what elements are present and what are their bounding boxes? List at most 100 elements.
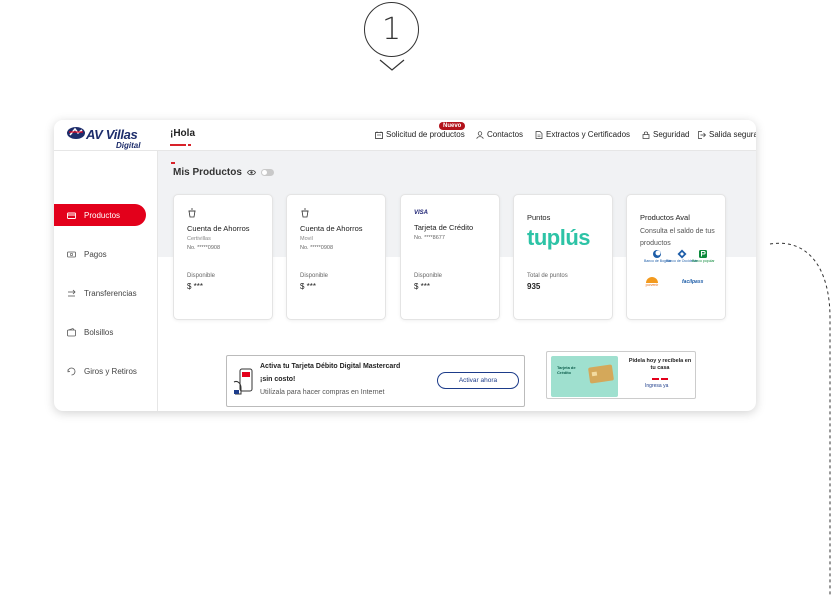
card-available-label: Disponible [187,273,216,279]
nav-label: Solicitud de productos [386,130,465,139]
withdraw-icon [67,367,76,375]
piggy-bank-icon [301,208,309,218]
card-available-label: Disponible [300,273,329,279]
card-number: No. ****8677 [414,235,445,241]
card-subtitle: Movil [300,236,313,242]
step-number-badge: 1 [364,2,419,57]
nav-label: Salida segura [709,130,756,139]
step-number: 1 [381,12,402,47]
logo-text: AV Villas [86,127,138,142]
porvenir-sun-icon [646,277,658,283]
sidebar-item-label: Transferencias [84,288,137,298]
card-title: Productos Aval [640,213,690,222]
card-subtitle: Certivillas [187,236,211,242]
nav-label: Contactos [487,130,524,139]
nav-seguridad[interactable]: Seguridad [642,130,689,139]
nav-solicitud-productos[interactable]: Solicitud de productos [375,130,465,139]
facilpass-logo: facilpass [682,279,703,285]
document-icon [375,131,383,139]
tuplus-logo: tuplús [527,225,591,250]
card-title: Tarjeta de Crédito [414,223,474,232]
promo-text: Pídela hoy y recíbela en tu casa [628,358,692,371]
card-title: Cuenta de Ahorros [300,224,363,233]
file-icon [535,130,543,139]
card-description: Consulta el saldo de tus productos [640,228,715,247]
sidebar-item-label: Productos [84,210,121,220]
nav-label: Extractos y Certificados [546,130,631,139]
greeting-underline [170,144,195,164]
points-value: 935 [527,282,541,291]
lock-icon [642,131,650,139]
logo-subtext: Digital [116,141,141,150]
nav-contactos[interactable]: Contactos [476,130,523,139]
dashed-connector-line [769,242,831,595]
nav-salida-segura[interactable]: Salida segura [698,130,756,139]
eye-icon[interactable] [246,169,256,176]
card-amount: $ *** [187,282,204,291]
banner-subtitle: ¡sin costo! [260,376,296,383]
logout-icon [698,130,706,139]
product-card-tarjeta-credito[interactable]: VISA Tarjeta de Crédito No. ****8677 Dis… [400,194,500,320]
card-number: No. *****0908 [300,245,334,251]
promo-image-text: Tarjeta de Crédito [557,365,576,375]
product-card-productos-aval[interactable]: Productos Aval Consulta el saldo de tus … [626,194,726,320]
sidebar-item-label: Bolsillos [84,327,114,337]
banner-title: Activa tu Tarjeta Débito Digital Masterc… [260,363,401,370]
logo-icon [67,127,85,139]
card-title: Cuenta de Ahorros [187,224,250,233]
logo-label: porvenir [645,283,659,287]
chevron-down-icon [379,59,405,71]
banco-popular-logo: Banco popular [692,249,715,263]
section-title-text: Mis Productos [173,167,242,178]
credit-card-promo-image: Tarjeta de Crédito [551,356,618,397]
product-card-ahorros-certivillas[interactable]: Cuenta de Ahorros Certivillas No. *****0… [173,194,273,320]
sidebar-divider [157,120,158,411]
new-badge: Nuevo [439,122,466,130]
product-card-puntos[interactable]: Puntos tuplús Total de puntos 935 [513,194,613,320]
transfer-icon [68,289,76,296]
aval-logos: Banco de Bogotá Banco de Occidente Banco… [640,249,720,297]
banco-occidente-icon [677,249,687,259]
activate-now-button[interactable]: Activar ahora [437,372,519,389]
card-icon [67,212,76,219]
sidebar-item-pagos[interactable]: Pagos [54,243,146,265]
card-title: Puntos [527,213,551,222]
payment-icon [67,251,76,257]
banco-popular-icon [699,250,708,258]
sidebar-item-transferencias[interactable]: Transferencias [54,282,146,304]
logo-label: facilpass [682,279,704,285]
user-icon [476,130,484,139]
sidebar-item-label: Pagos [84,249,107,259]
wallet-icon [67,327,76,336]
banco-bogota-icon [653,250,662,258]
visa-logo: VISA [414,210,429,216]
activate-debit-card-banner: Activa tu Tarjeta Débito Digital Masterc… [226,355,525,407]
nav-extractos-certificados[interactable]: Extractos y Certificados [535,130,630,139]
greeting-title: ¡Hola [170,128,195,139]
sidebar-item-bolsillos[interactable]: Bolsillos [54,321,146,343]
piggy-bank-icon [188,208,196,218]
card-number: No. *****0908 [187,245,221,251]
app-window: AV Villas Digital ¡Hola Nuevo Solicitud … [54,120,756,411]
product-card-ahorros-movil[interactable]: Cuenta de Ahorros Movil No. *****0908 Di… [286,194,386,320]
ingresa-ya-link[interactable]: Ingresa ya [645,383,668,389]
top-bar: AV Villas Digital ¡Hola Nuevo Solicitud … [54,120,756,164]
sidebar-item-label: Giros y Retiros [84,366,137,376]
nav-label: Seguridad [653,130,690,139]
credit-card-icon [588,364,614,384]
sidebar-item-productos[interactable]: Productos [54,204,146,226]
section-title: Mis Productos [173,167,274,178]
porvenir-logo: porvenir [645,275,659,287]
av-villas-logo[interactable]: AV Villas Digital [66,126,146,152]
card-available-label: Disponible [414,273,443,279]
visibility-toggle[interactable] [260,169,274,176]
sidebar-item-giros-retiros[interactable]: Giros y Retiros [54,360,146,382]
banner-description: Utilízala para hacer compras en Internet [260,389,385,396]
credit-card-promo-banner[interactable]: Tarjeta de Crédito Pídela hoy y recíbela… [546,351,696,399]
promo-divider [652,378,668,380]
card-amount: $ *** [414,282,431,291]
logo-label: Banco popular [692,259,715,263]
points-label: Total de puntos [527,273,568,279]
card-amount: $ *** [300,282,317,291]
phone-card-icon [233,368,253,395]
